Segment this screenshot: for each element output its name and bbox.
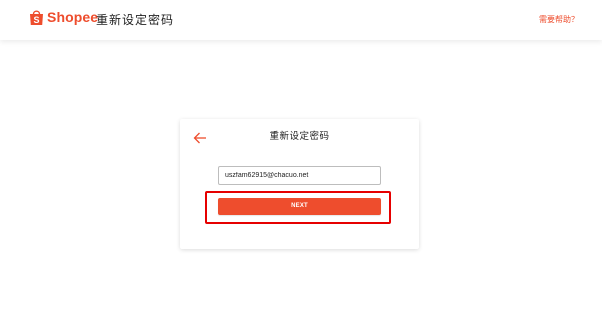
help-link[interactable]: 需要帮助？ bbox=[539, 15, 579, 25]
shopee-logo[interactable]: S Shopee bbox=[29, 9, 98, 26]
card-title: 重新设定密码 bbox=[269, 131, 330, 142]
reset-password-card: 重新设定密码 bbox=[180, 119, 419, 249]
page-title: 重新设定密码 bbox=[96, 13, 175, 27]
svg-text:S: S bbox=[33, 15, 39, 25]
next-button[interactable]: NEXT bbox=[218, 198, 381, 215]
shopee-bag-logo-icon: S bbox=[30, 10, 43, 25]
top-header: S Shopee 重新设定密码 需要帮助？ bbox=[0, 0, 602, 40]
email-input[interactable] bbox=[218, 166, 381, 185]
brand-name: Shopee bbox=[47, 9, 99, 25]
